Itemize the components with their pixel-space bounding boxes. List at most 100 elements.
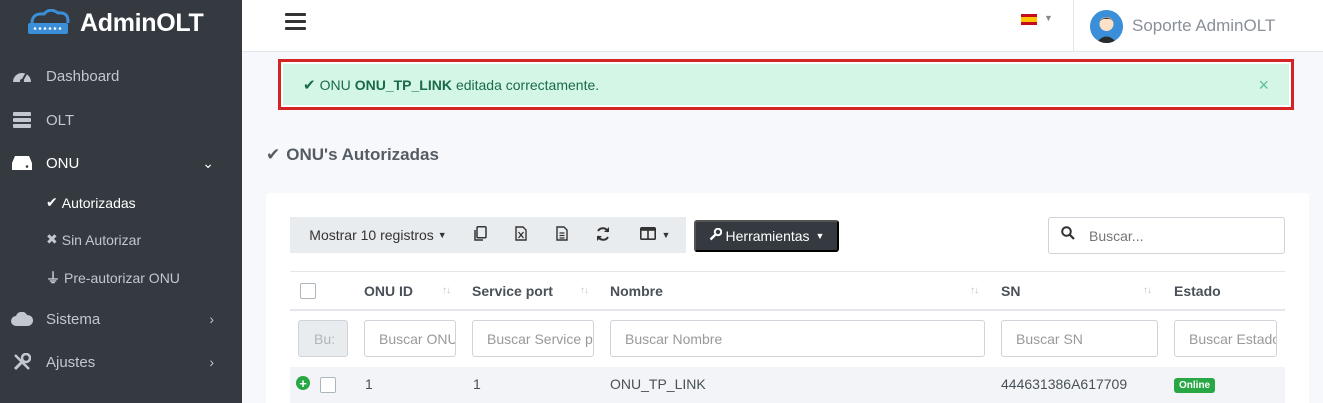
chevron-down-icon: ⌄ — [202, 154, 214, 171]
table-row[interactable]: + 1 1 ONU_TP_LINK 444631386A617709 Onlin… — [290, 367, 1285, 403]
select-all-checkbox[interactable] — [300, 283, 316, 299]
file-text-icon — [555, 226, 568, 244]
filter-service-port[interactable]: Buscar Service port — [472, 320, 594, 357]
sort-icon: ↑↓ — [1143, 285, 1152, 296]
sidebar-subitem-label: Autorizadas — [61, 194, 136, 211]
hdd-icon — [11, 154, 33, 172]
col-nombre[interactable]: Nombre ↑↓ — [610, 272, 990, 310]
filter-sn[interactable]: Buscar SN — [1001, 320, 1158, 357]
csv-button[interactable] — [541, 217, 582, 253]
alert-onu-name: ONU_TP_LINK — [354, 76, 452, 93]
sort-icon: ↑↓ — [970, 285, 979, 296]
caret-down-icon: ▼ — [815, 231, 825, 241]
sidebar-subitem-sin-autorizar[interactable]: ✖ Sin Autorizar — [46, 231, 141, 248]
table-header: ONU ID ↑↓ Service port ↑↓ Nombre ↑↓ SN ↑… — [290, 271, 1285, 311]
sidebar-subitem-label: Pre-autorizar ONU — [64, 270, 180, 286]
expand-row-icon[interactable]: + — [296, 376, 310, 390]
success-alert: ✔ ONU ONU_TP_LINK editada correctamente.… — [278, 59, 1294, 110]
col-estado[interactable]: Estado — [1174, 272, 1274, 310]
select-all-cell — [300, 272, 316, 310]
plug-icon: ⏚ — [46, 270, 60, 286]
column-label: Nombre — [610, 283, 663, 299]
tools-icon — [11, 353, 33, 371]
tools-button[interactable]: Herramientas ▼ — [694, 220, 839, 252]
sidebar-item-sistema[interactable]: Sistema › — [0, 309, 242, 329]
tools-label: Herramientas — [725, 228, 810, 244]
cell-sn: 444631386A617709 — [1001, 376, 1128, 392]
filter-nombre[interactable]: Buscar Nombre — [610, 320, 985, 357]
search-icon — [1061, 226, 1075, 245]
refresh-button[interactable] — [582, 217, 624, 253]
column-label: Estado — [1174, 283, 1221, 299]
sidebar-item-label: ONU — [46, 154, 80, 172]
brand-logo-icon — [22, 8, 74, 37]
cell-service-port: 1 — [473, 376, 481, 392]
column-label: SN — [1001, 283, 1021, 299]
filter-onu-id[interactable]: Buscar ONU ID — [364, 320, 456, 357]
column-label: Service port — [472, 283, 553, 299]
server-icon — [11, 111, 33, 129]
sidebar-item-label: OLT — [46, 111, 75, 129]
caret-down-icon: ▼ — [661, 230, 671, 240]
spain-flag-icon[interactable] — [1021, 12, 1037, 25]
sidebar-item-label: Sistema — [46, 310, 101, 328]
sidebar-item-label: Dashboard — [46, 67, 120, 85]
search-input[interactable] — [1089, 227, 1269, 244]
copy-button[interactable] — [460, 217, 500, 253]
column-label: ONU ID — [364, 283, 413, 299]
sidebar-item-label: Ajustes — [46, 353, 96, 371]
filter-estado[interactable]: Buscar Estado — [1174, 320, 1277, 357]
copy-icon — [473, 226, 487, 244]
caret-down-icon: ▼ — [437, 230, 447, 240]
sort-icon: ↑↓ — [580, 285, 589, 296]
excel-button[interactable] — [500, 217, 541, 253]
chevron-right-icon: › — [209, 311, 214, 327]
alert-prefix: ONU — [319, 76, 351, 93]
brand[interactable]: AdminOLT — [0, 0, 242, 46]
filter-select-disabled: Bu: — [298, 320, 348, 357]
sidebar: AdminOLT Dashboard OLT ONU ⌄ ✔ Autorizad… — [0, 0, 242, 403]
sidebar-subitem-pre-autorizar[interactable]: ⏚ Pre-autorizar ONU — [46, 268, 180, 288]
avatar — [1090, 9, 1123, 43]
refresh-icon — [595, 226, 611, 245]
page-title: ✔ ONU's Autorizadas — [266, 145, 439, 165]
menu-toggle-icon[interactable] — [285, 13, 306, 31]
status-badge: Online — [1174, 378, 1216, 393]
cell-nombre: ONU_TP_LINK — [610, 376, 706, 392]
wrench-icon — [709, 227, 722, 244]
col-service-port[interactable]: Service port ↑↓ — [472, 272, 596, 310]
user-menu[interactable]: Soporte AdminOLT — [1073, 0, 1323, 52]
sidebar-item-onu[interactable]: ONU ⌄ — [0, 153, 242, 173]
columns-button[interactable]: ▼ — [624, 217, 686, 253]
search-box — [1048, 217, 1285, 254]
check-icon: ✔ — [303, 76, 316, 94]
row-checkbox[interactable] — [320, 377, 336, 393]
cell-onu-id: 1 — [365, 376, 373, 392]
tachometer-icon — [11, 67, 33, 85]
col-onu-id[interactable]: ONU ID ↑↓ — [364, 272, 460, 310]
times-icon: ✖ — [46, 231, 58, 247]
sidebar-subitem-label: Sin Autorizar — [61, 231, 142, 248]
sort-icon: ↑↓ — [442, 285, 451, 296]
top-navbar: ▼ Soporte AdminOLT — [242, 0, 1323, 52]
file-excel-icon — [514, 226, 527, 244]
sidebar-item-ajustes[interactable]: Ajustes › — [0, 352, 242, 372]
sidebar-subitem-autorizadas[interactable]: ✔ Autorizadas — [46, 194, 136, 211]
user-name: Soporte AdminOLT — [1132, 16, 1276, 35]
cloud-icon — [11, 310, 33, 328]
page-length-button[interactable]: Mostrar 10 registros ▼ — [290, 217, 460, 253]
caret-down-icon[interactable]: ▼ — [1044, 13, 1053, 23]
table-toolbar: Mostrar 10 registros ▼ ▼ — [290, 217, 686, 253]
col-sn[interactable]: SN ↑↓ — [1001, 272, 1161, 310]
filter-row: Bu: Buscar ONU ID Buscar Service port Bu… — [290, 312, 1285, 366]
brand-name: AdminOLT — [80, 8, 204, 37]
sidebar-item-olt[interactable]: OLT — [0, 110, 242, 130]
page-title-text: ONU's Autorizadas — [286, 145, 439, 164]
close-icon[interactable]: × — [1258, 75, 1269, 96]
check-icon: ✔ — [266, 145, 281, 164]
page-length-label: Mostrar 10 registros — [309, 227, 434, 243]
chevron-right-icon: › — [209, 354, 214, 370]
sidebar-item-dashboard[interactable]: Dashboard — [0, 66, 242, 86]
alert-message: editada correctamente. — [455, 76, 600, 93]
columns-icon — [639, 227, 656, 243]
